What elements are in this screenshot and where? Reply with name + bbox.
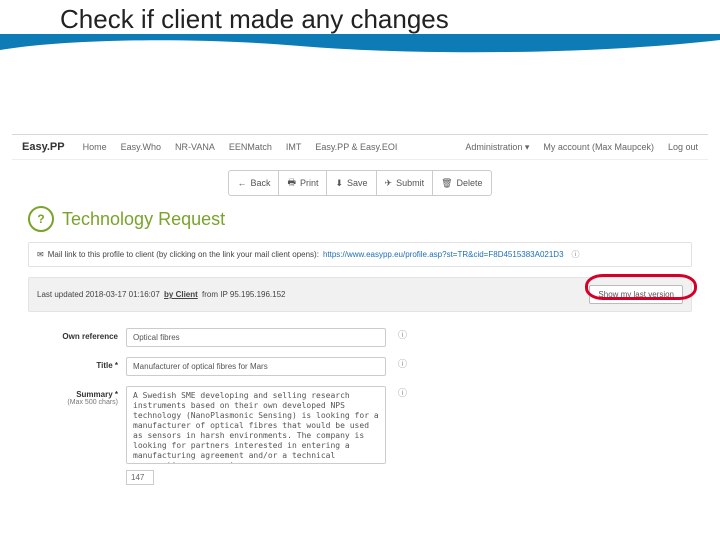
mail-link-url[interactable]: https://www.easypp.eu/profile.asp?st=TR&… (323, 250, 564, 259)
row-summary: Summary * (Max 500 chars) ⓘ (28, 386, 692, 464)
save-icon: ⬇ (335, 178, 343, 189)
status-prefix: Last updated 2018-03-17 01:16:07 (37, 290, 160, 299)
hint-summary-icon[interactable]: ⓘ (398, 386, 407, 399)
submit-button[interactable]: ✈Submit (377, 170, 434, 196)
slide-title: Check if client made any changes (60, 4, 720, 35)
status-suffix: from IP 95.195.196.152 (202, 290, 285, 299)
mail-link-label: Mail link to this profile to client (by … (48, 250, 319, 259)
print-icon: 🖶 (287, 175, 296, 191)
hint-title-icon[interactable]: ⓘ (398, 357, 407, 370)
show-last-version-button[interactable]: Show my last version (589, 285, 683, 304)
brand-logo[interactable]: Easy.PP (22, 141, 65, 153)
top-nav: Easy.PP Home Easy.Who NR-VANA EENMatch I… (12, 135, 708, 160)
label-title: Title * (28, 357, 118, 370)
delete-button[interactable]: 🗑Delete (433, 170, 491, 196)
nav-administration[interactable]: Administration ▾ (465, 142, 529, 153)
tech-request-icon: ? (28, 206, 54, 232)
nav-logout[interactable]: Log out (668, 142, 698, 152)
hint-own-reference-icon[interactable]: ⓘ (398, 328, 407, 341)
last-updated-row: Last updated 2018-03-17 01:16:07 by Clie… (28, 277, 692, 312)
info-icon[interactable]: ⓘ (572, 249, 580, 260)
input-own-reference[interactable] (126, 328, 386, 347)
mail-icon: ✉ (37, 250, 44, 259)
print-button[interactable]: 🖶Print (279, 170, 327, 196)
nav-easypp-easyeoi[interactable]: Easy.PP & Easy.EOI (315, 142, 397, 152)
slide-title-area: Check if client made any changes (0, 0, 720, 35)
nav-home[interactable]: Home (83, 142, 107, 152)
page-title: Technology Request (62, 209, 225, 230)
summary-char-count: 147 (126, 470, 154, 485)
delete-icon: 🗑 (441, 178, 452, 189)
nav-eenmatch[interactable]: EENMatch (229, 142, 272, 152)
action-toolbar: ←Back 🖶Print ⬇Save ✈Submit 🗑Delete (12, 170, 708, 196)
back-icon: ← (237, 178, 246, 188)
mail-link-row: ✉ Mail link to this profile to client (b… (28, 242, 692, 267)
row-own-reference: Own reference ⓘ (28, 328, 692, 347)
status-by-client: by Client (164, 290, 198, 299)
row-title: Title * ⓘ (28, 357, 692, 376)
app-screenshot: Easy.PP Home Easy.Who NR-VANA EENMatch I… (12, 134, 708, 534)
textarea-summary[interactable] (126, 386, 386, 464)
nav-easywho[interactable]: Easy.Who (121, 142, 161, 152)
nav-nrvana[interactable]: NR-VANA (175, 142, 215, 152)
nav-my-account[interactable]: My account (Max Maupcek) (543, 142, 654, 152)
submit-icon: ✈ (385, 178, 393, 189)
nav-imt[interactable]: IMT (286, 142, 302, 152)
save-button[interactable]: ⬇Save (327, 170, 376, 196)
label-summary: Summary * (Max 500 chars) (28, 386, 118, 406)
label-own-reference: Own reference (28, 328, 118, 341)
back-button[interactable]: ←Back (228, 170, 279, 196)
label-summary-sub: (Max 500 chars) (28, 399, 118, 406)
profile-form: Own reference ⓘ Title * ⓘ Summary * (Max… (12, 322, 708, 485)
decorative-wave (0, 35, 720, 53)
input-title[interactable] (126, 357, 386, 376)
page-heading-row: ? Technology Request (12, 206, 708, 238)
